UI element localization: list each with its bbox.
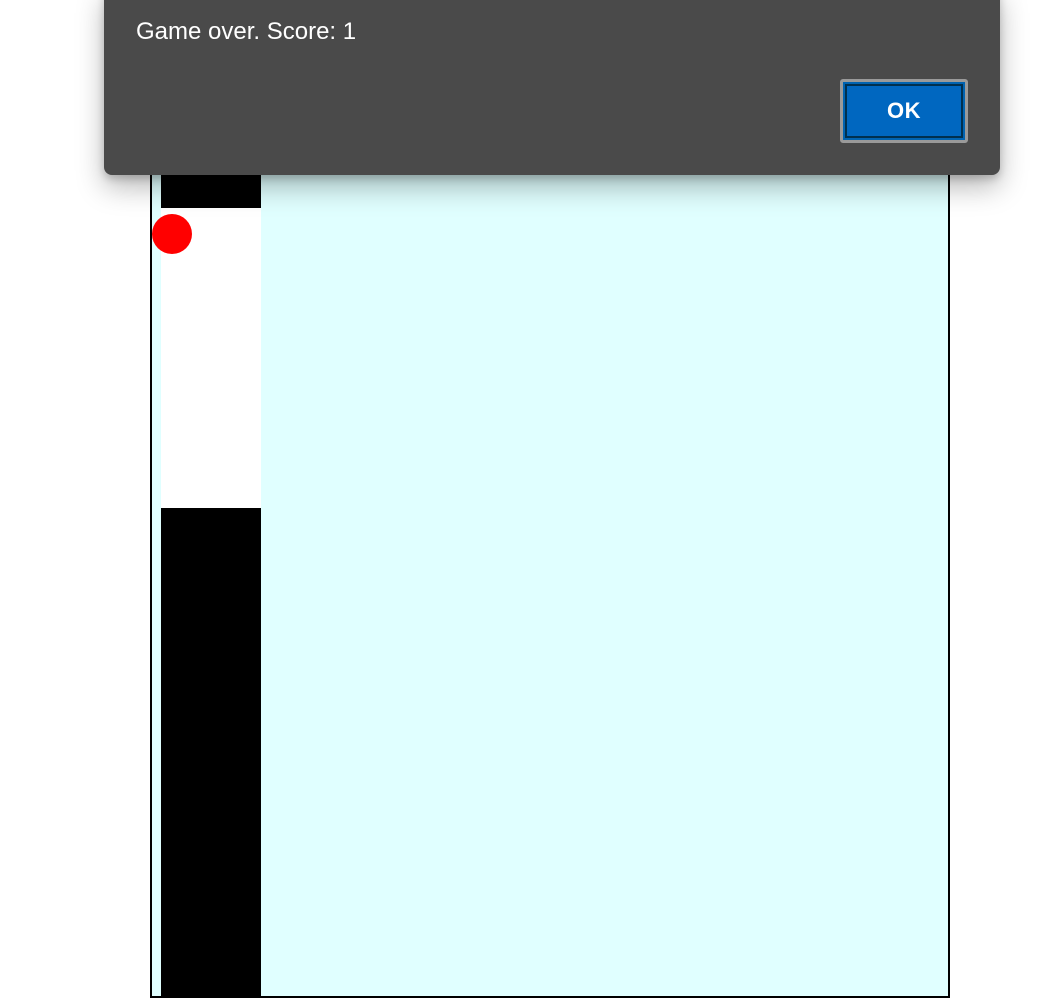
ok-button-label: OK <box>845 84 963 138</box>
ok-button[interactable]: OK <box>840 79 968 143</box>
dialog-message: Game over. Score: 1 <box>136 18 357 45</box>
alert-dialog: Game over. Score: 1 OK <box>104 0 1000 175</box>
page: Game over. Score: 1 OK <box>0 0 1055 1008</box>
bird <box>152 214 192 254</box>
pipe-bottom <box>161 508 261 996</box>
